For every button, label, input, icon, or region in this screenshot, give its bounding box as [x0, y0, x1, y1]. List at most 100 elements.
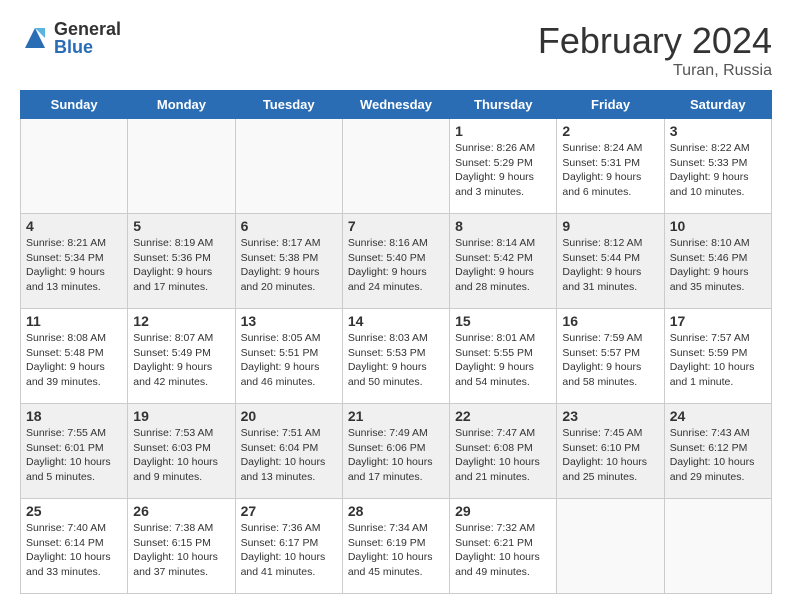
calendar-cell: 3Sunrise: 8:22 AM Sunset: 5:33 PM Daylig… — [664, 119, 771, 214]
calendar-cell — [342, 119, 449, 214]
day-number: 21 — [348, 408, 444, 424]
title-area: February 2024 Turan, Russia — [538, 20, 772, 80]
day-info: Sunrise: 8:01 AM Sunset: 5:55 PM Dayligh… — [455, 331, 551, 390]
day-number: 17 — [670, 313, 766, 329]
day-info: Sunrise: 7:57 AM Sunset: 5:59 PM Dayligh… — [670, 331, 766, 390]
calendar-cell: 23 Sunrise: 7:45 AM Sunset: 6:10 PM Dayli… — [557, 404, 664, 499]
calendar-week-1: 1 Sunrise: 8:26 AM Sunset: 5:29 PM Daylig… — [21, 119, 772, 214]
calendar-cell: 14Sunrise: 8:03 AM Sunset: 5:53 PM Dayli… — [342, 309, 449, 404]
calendar-cell: 26 Sunrise: 7:38 AM Sunset: 6:15 PM Dayli… — [128, 499, 235, 594]
day-number: 26 — [133, 503, 229, 519]
day-info: Sunrise: 8:26 AM Sunset: 5:29 PM Dayligh… — [455, 141, 551, 200]
calendar-week-3: 11 Sunrise: 8:08 AM Sunset: 5:48 PM Dayli… — [21, 309, 772, 404]
day-info: Sunrise: 7:45 AM Sunset: 6:10 PM Dayligh… — [562, 426, 658, 485]
day-number: 5 — [133, 218, 229, 234]
calendar-week-4: 18 Sunrise: 7:55 AM Sunset: 6:01 PM Dayli… — [21, 404, 772, 499]
day-number: 1 — [455, 123, 551, 139]
day-number: 27 — [241, 503, 337, 519]
day-info: Sunrise: 7:36 AM Sunset: 6:17 PM Dayligh… — [241, 521, 337, 580]
calendar-cell: 6 Sunrise: 8:17 AM Sunset: 5:38 PM Daylig… — [235, 214, 342, 309]
calendar-cell: 16Sunrise: 7:59 AM Sunset: 5:57 PM Dayli… — [557, 309, 664, 404]
day-info: Sunrise: 8:17 AM Sunset: 5:38 PM Dayligh… — [241, 236, 337, 295]
header-day-wednesday: Wednesday — [342, 91, 449, 119]
day-info: Sunrise: 8:16 AM Sunset: 5:40 PM Dayligh… — [348, 236, 444, 295]
day-info: Sunrise: 8:05 AM Sunset: 5:51 PM Dayligh… — [241, 331, 337, 390]
calendar-cell — [128, 119, 235, 214]
calendar-cell — [664, 499, 771, 594]
calendar-table: SundayMondayTuesdayWednesdayThursdayFrid… — [20, 90, 772, 594]
day-number: 23 — [562, 408, 658, 424]
calendar-cell: 8 Sunrise: 8:14 AM Sunset: 5:42 PM Daylig… — [450, 214, 557, 309]
calendar-header-row: SundayMondayTuesdayWednesdayThursdayFrid… — [21, 91, 772, 119]
calendar-cell — [235, 119, 342, 214]
calendar-body: 1 Sunrise: 8:26 AM Sunset: 5:29 PM Daylig… — [21, 119, 772, 594]
day-info: Sunrise: 8:19 AM Sunset: 5:36 PM Dayligh… — [133, 236, 229, 295]
day-info: Sunrise: 8:12 AM Sunset: 5:44 PM Dayligh… — [562, 236, 658, 295]
calendar-cell: 10 Sunrise: 8:10 AM Sunset: 5:46 PM Dayli… — [664, 214, 771, 309]
calendar-subtitle: Turan, Russia — [538, 62, 772, 80]
header-day-thursday: Thursday — [450, 91, 557, 119]
calendar-cell: 12 Sunrise: 8:07 AM Sunset: 5:49 PM Dayli… — [128, 309, 235, 404]
day-info: Sunrise: 8:22 AM Sunset: 5:33 PM Dayligh… — [670, 141, 766, 200]
calendar-cell: 17 Sunrise: 7:57 AM Sunset: 5:59 PM Dayli… — [664, 309, 771, 404]
header-day-monday: Monday — [128, 91, 235, 119]
day-info: Sunrise: 7:34 AM Sunset: 6:19 PM Dayligh… — [348, 521, 444, 580]
day-info: Sunrise: 7:51 AM Sunset: 6:04 PM Dayligh… — [241, 426, 337, 485]
day-number: 28 — [348, 503, 444, 519]
calendar-cell — [557, 499, 664, 594]
day-number: 18 — [26, 408, 122, 424]
day-info: Sunrise: 8:08 AM Sunset: 5:48 PM Dayligh… — [26, 331, 122, 390]
header-day-tuesday: Tuesday — [235, 91, 342, 119]
calendar-cell: 24Sunrise: 7:43 AM Sunset: 6:12 PM Dayli… — [664, 404, 771, 499]
day-number: 11 — [26, 313, 122, 329]
calendar-cell: 2Sunrise: 8:24 AM Sunset: 5:31 PM Daylig… — [557, 119, 664, 214]
logo: General Blue — [20, 20, 121, 56]
day-number: 20 — [241, 408, 337, 424]
day-number: 14 — [348, 313, 444, 329]
day-info: Sunrise: 7:47 AM Sunset: 6:08 PM Dayligh… — [455, 426, 551, 485]
day-info: Sunrise: 7:55 AM Sunset: 6:01 PM Dayligh… — [26, 426, 122, 485]
header-day-sunday: Sunday — [21, 91, 128, 119]
calendar-cell: 15Sunrise: 8:01 AM Sunset: 5:55 PM Dayli… — [450, 309, 557, 404]
day-info: Sunrise: 7:38 AM Sunset: 6:15 PM Dayligh… — [133, 521, 229, 580]
day-info: Sunrise: 7:49 AM Sunset: 6:06 PM Dayligh… — [348, 426, 444, 485]
calendar-cell: 4Sunrise: 8:21 AM Sunset: 5:34 PM Daylig… — [21, 214, 128, 309]
day-number: 25 — [26, 503, 122, 519]
day-number: 16 — [562, 313, 658, 329]
calendar-cell: 21 Sunrise: 7:49 AM Sunset: 6:06 PM Dayli… — [342, 404, 449, 499]
calendar-cell: 19Sunrise: 7:53 AM Sunset: 6:03 PM Dayli… — [128, 404, 235, 499]
day-number: 24 — [670, 408, 766, 424]
logo-icon — [20, 23, 50, 53]
day-info: Sunrise: 8:10 AM Sunset: 5:46 PM Dayligh… — [670, 236, 766, 295]
calendar-cell: 9 Sunrise: 8:12 AM Sunset: 5:44 PM Daylig… — [557, 214, 664, 309]
day-number: 10 — [670, 218, 766, 234]
day-number: 8 — [455, 218, 551, 234]
header-day-friday: Friday — [557, 91, 664, 119]
day-info: Sunrise: 7:40 AM Sunset: 6:14 PM Dayligh… — [26, 521, 122, 580]
day-number: 7 — [348, 218, 444, 234]
day-number: 12 — [133, 313, 229, 329]
day-number: 9 — [562, 218, 658, 234]
calendar-cell — [21, 119, 128, 214]
day-number: 6 — [241, 218, 337, 234]
logo-general-text: General — [54, 20, 121, 38]
day-info: Sunrise: 8:07 AM Sunset: 5:49 PM Dayligh… — [133, 331, 229, 390]
day-number: 22 — [455, 408, 551, 424]
day-number: 29 — [455, 503, 551, 519]
day-info: Sunrise: 8:21 AM Sunset: 5:34 PM Dayligh… — [26, 236, 122, 295]
calendar-cell: 18 Sunrise: 7:55 AM Sunset: 6:01 PM Dayli… — [21, 404, 128, 499]
header-day-saturday: Saturday — [664, 91, 771, 119]
day-info: Sunrise: 8:14 AM Sunset: 5:42 PM Dayligh… — [455, 236, 551, 295]
header: General Blue February 2024 Turan, Russia — [20, 20, 772, 80]
calendar-cell: 11 Sunrise: 8:08 AM Sunset: 5:48 PM Dayli… — [21, 309, 128, 404]
calendar-cell: 25 Sunrise: 7:40 AM Sunset: 6:14 PM Dayli… — [21, 499, 128, 594]
calendar-cell: 27 Sunrise: 7:36 AM Sunset: 6:17 PM Dayli… — [235, 499, 342, 594]
calendar-cell: 28 Sunrise: 7:34 AM Sunset: 6:19 PM Dayli… — [342, 499, 449, 594]
calendar-cell: 5 Sunrise: 8:19 AM Sunset: 5:36 PM Daylig… — [128, 214, 235, 309]
logo-blue-text: Blue — [54, 38, 121, 56]
calendar-cell: 22 Sunrise: 7:47 AM Sunset: 6:08 PM Dayli… — [450, 404, 557, 499]
calendar-cell: 20 Sunrise: 7:51 AM Sunset: 6:04 PM Dayli… — [235, 404, 342, 499]
day-number: 19 — [133, 408, 229, 424]
calendar-cell: 1 Sunrise: 8:26 AM Sunset: 5:29 PM Daylig… — [450, 119, 557, 214]
day-number: 13 — [241, 313, 337, 329]
